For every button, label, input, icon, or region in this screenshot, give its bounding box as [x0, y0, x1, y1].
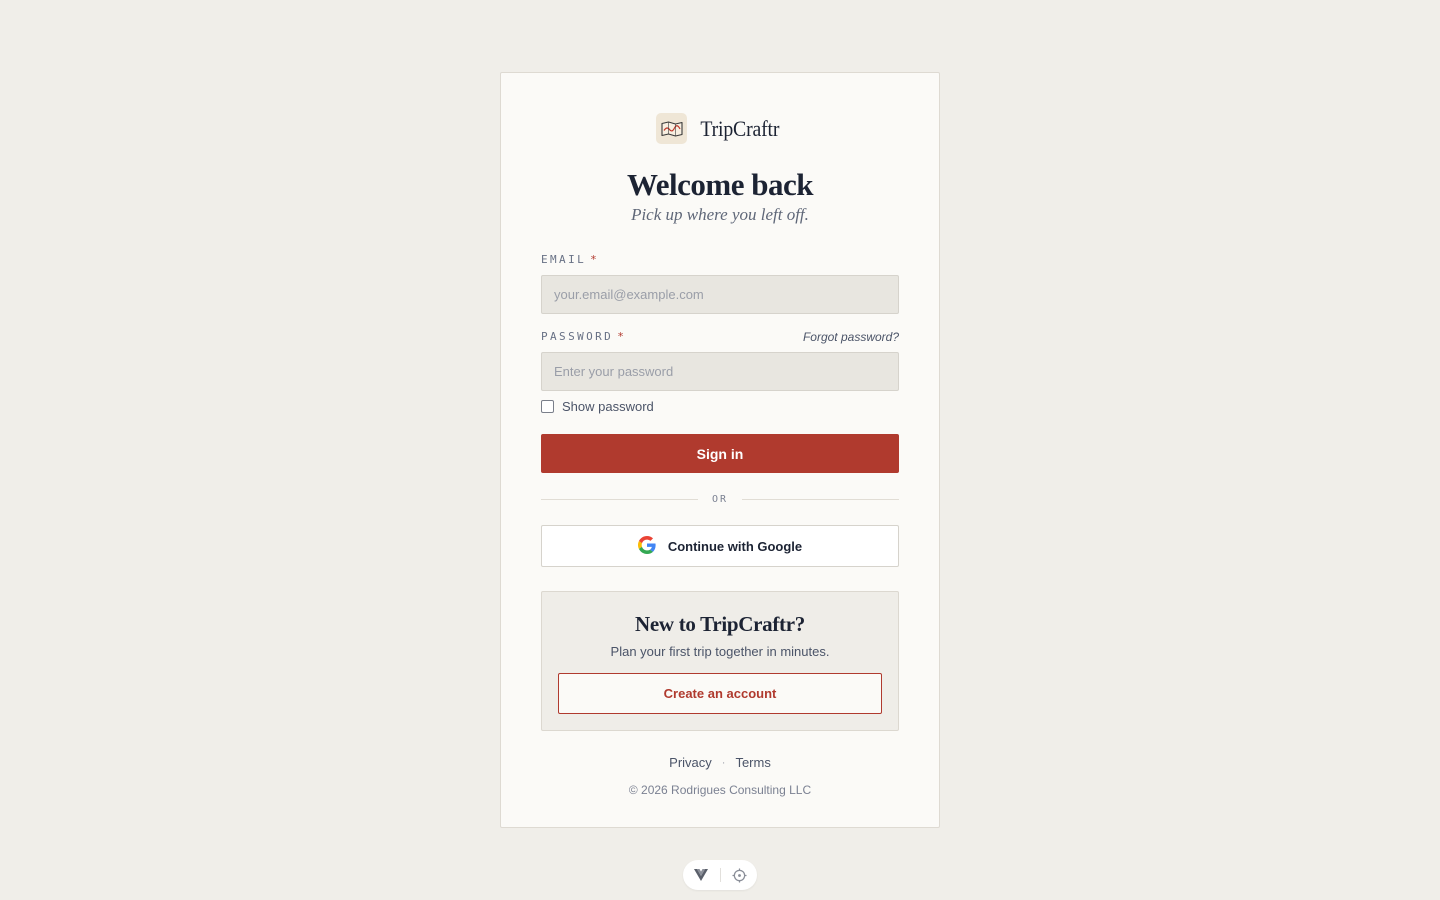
toolbar-separator [719, 868, 721, 882]
email-label-text: EMAIL [541, 253, 587, 266]
sign-in-button[interactable]: Sign in [541, 434, 899, 473]
page-subtitle: Pick up where you left off. [631, 205, 809, 224]
divider-text: OR [711, 493, 729, 505]
divider-line [541, 498, 698, 500]
email-label: EMAIL * [541, 253, 599, 266]
map-icon [656, 113, 688, 144]
google-sign-in-button[interactable]: Continue with Google [541, 525, 899, 567]
google-icon [637, 535, 656, 557]
terms-link[interactable]: Terms [735, 755, 770, 770]
signup-subtitle: Plan your first trip together in minutes… [610, 644, 830, 659]
footer-links: Privacy · Terms [501, 755, 939, 770]
brand-name: TripCraftr [700, 115, 780, 141]
show-password-label: Show password [562, 399, 654, 414]
signup-panel: New to TripCraftr? Plan your first trip … [541, 591, 899, 731]
copyright: © 2026 Rodrigues Consulting LLC [628, 783, 812, 797]
create-account-button[interactable]: Create an account [558, 673, 882, 714]
show-password-toggle[interactable]: Show password [541, 399, 654, 414]
vue-icon[interactable] [690, 864, 712, 886]
required-marker: * [590, 253, 600, 266]
dev-toolbar [683, 860, 757, 890]
forgot-password-link[interactable]: Forgot password? [803, 330, 899, 344]
required-marker: * [617, 330, 627, 343]
password-field[interactable] [541, 352, 899, 391]
privacy-link[interactable]: Privacy [669, 755, 712, 770]
password-label: PASSWORD * [541, 330, 626, 343]
brand[interactable]: TripCraftr [501, 113, 939, 144]
page-title: Welcome back [627, 167, 814, 202]
password-label-text: PASSWORD [541, 330, 614, 343]
login-card: TripCraftr Welcome back Pick up where yo… [500, 72, 940, 828]
signup-title: New to TripCraftr? [635, 612, 805, 636]
or-divider: OR [541, 492, 900, 506]
show-password-checkbox[interactable] [541, 400, 554, 413]
google-button-label: Continue with Google [667, 538, 803, 554]
divider-line [742, 498, 900, 500]
email-field[interactable] [541, 275, 899, 314]
crosshair-icon[interactable] [729, 864, 751, 886]
footer-separator: · [721, 756, 726, 769]
